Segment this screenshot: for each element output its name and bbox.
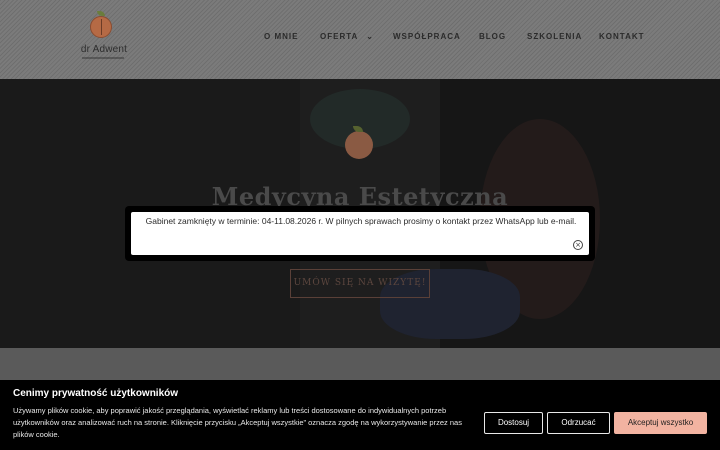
notice-popup: Gabinet zamknięty w terminie: 04-11.08.2… xyxy=(131,212,589,255)
book-visit-button[interactable]: UMÓW SIĘ NA WIZYTĘ! xyxy=(290,269,430,298)
nav-item-label: WSPÓŁPRACA xyxy=(393,32,461,41)
close-icon[interactable]: × xyxy=(573,240,583,250)
cookie-title: Cenimy prywatność użytkowników xyxy=(13,388,179,399)
nav-item-label: SZKOLENIA xyxy=(527,32,583,41)
nav-item-label: O MNIE xyxy=(264,32,299,41)
cookie-consent-bar: Cenimy prywatność użytkowników Używamy p… xyxy=(0,380,720,450)
content-band xyxy=(0,348,720,380)
peach-icon xyxy=(345,126,373,159)
nav-item-szkolenia[interactable]: SZKOLENIA xyxy=(527,32,582,41)
nav-item-label: OFERTA xyxy=(320,32,359,41)
nav-item-label: BLOG xyxy=(479,32,507,41)
nav-item-kontakt[interactable]: KONTAKT xyxy=(599,32,645,41)
nav-item-wspolpraca[interactable]: WSPÓŁPRACA xyxy=(393,32,461,41)
site-header: dr Adwent O MNIE OFERTA ⌄ WSPÓŁPRACA BLOG… xyxy=(0,0,720,79)
nav-item-blog[interactable]: BLOG xyxy=(479,32,506,41)
notice-text: Gabinet zamknięty w terminie: 04-11.08.2… xyxy=(145,216,577,226)
cookie-description: Używamy plików cookie, aby poprawić jako… xyxy=(13,406,462,439)
customize-cookies-button[interactable]: Dostosuj xyxy=(484,412,543,434)
nav-item-label: KONTAKT xyxy=(599,32,645,41)
main-nav: O MNIE OFERTA ⌄ WSPÓŁPRACA BLOG SZKOLENIA… xyxy=(0,0,720,79)
nav-item-o-mnie[interactable]: O MNIE xyxy=(264,32,298,41)
nav-item-oferta[interactable]: OFERTA ⌄ xyxy=(320,32,374,41)
reject-cookies-button[interactable]: Odrzucać xyxy=(547,412,610,434)
chevron-down-icon: ⌄ xyxy=(366,32,374,41)
accept-all-cookies-button[interactable]: Akceptuj wszystko xyxy=(614,412,707,434)
